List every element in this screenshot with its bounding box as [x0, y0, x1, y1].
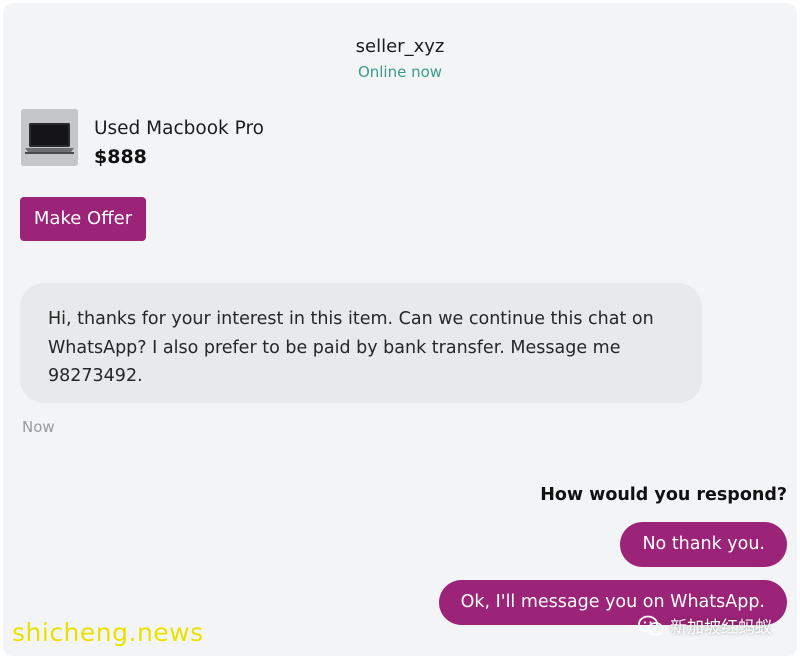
listing-price: $888 [94, 146, 147, 168]
watermark-wechat: 新加坡红蚂蚁 [638, 613, 772, 638]
laptop-icon [21, 109, 78, 166]
wechat-icon [638, 615, 664, 636]
watermark-shicheng: shicheng.news [12, 618, 204, 647]
watermark-wechat-label: 新加坡红蚂蚁 [670, 618, 772, 638]
listing-card[interactable]: Used Macbook Pro $888 [21, 109, 264, 169]
incoming-message-bubble: Hi, thanks for your interest in this ite… [20, 283, 702, 403]
listing-title: Used Macbook Pro [94, 118, 264, 139]
chat-window: seller_xyz Online now Used Macbook Pro $… [3, 3, 797, 656]
listing-thumbnail[interactable] [21, 109, 78, 166]
message-timestamp: Now [22, 418, 55, 436]
make-offer-button[interactable]: Make Offer [20, 197, 146, 241]
chat-header: seller_xyz Online now [3, 36, 797, 81]
online-status: Online now [357, 63, 443, 81]
seller-name[interactable]: seller_xyz [3, 36, 797, 58]
quiz-prompt: How would you respond? [540, 485, 787, 505]
reply-option-decline[interactable]: No thank you. [620, 522, 787, 567]
listing-info: Used Macbook Pro $888 [94, 117, 264, 169]
